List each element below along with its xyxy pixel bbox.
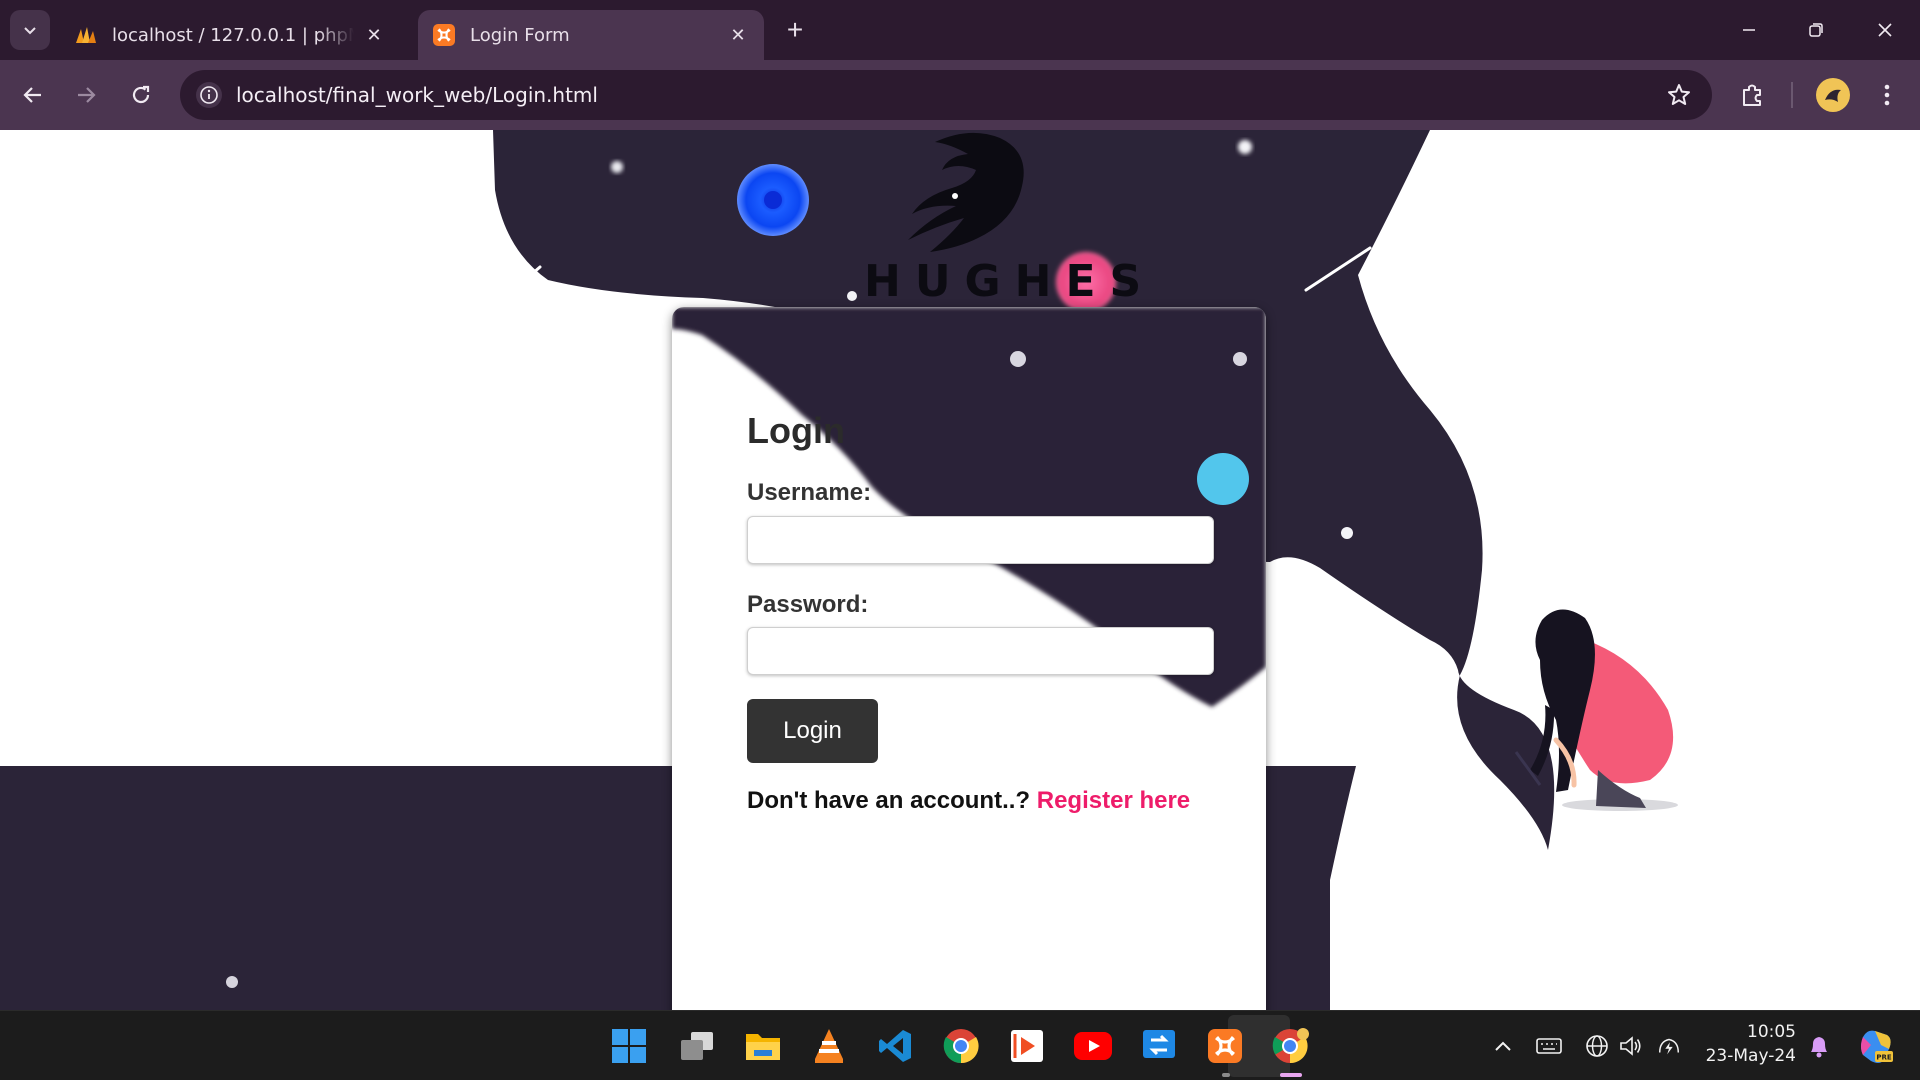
notification-bell-icon[interactable] (1806, 1033, 1832, 1059)
close-icon[interactable]: ✕ (726, 25, 750, 46)
form-title: Login (747, 410, 845, 451)
menu-button[interactable] (1868, 76, 1906, 114)
svg-text:PRE: PRE (1876, 1054, 1892, 1062)
forward-arrow-icon (78, 87, 96, 103)
network-globe-icon[interactable] (1584, 1033, 1610, 1059)
register-prompt-row: Don't have an account..? Register here (747, 787, 1190, 815)
vlc-icon[interactable] (807, 1024, 851, 1068)
username-input[interactable] (747, 516, 1214, 564)
xampp-icon (433, 24, 455, 46)
register-prompt: Don't have an account..? (747, 787, 1031, 814)
more-vertical-icon (1884, 84, 1890, 106)
tab-login-form[interactable]: Login Form ✕ (418, 10, 764, 60)
page-viewport: HUGHES Login Username: Password: Login D… (0, 130, 1920, 1010)
task-view-icon[interactable] (675, 1024, 719, 1068)
remote-desktop-icon[interactable] (1137, 1024, 1181, 1068)
toolbar-divider (1791, 82, 1793, 108)
profile-avatar-icon (1817, 79, 1849, 111)
phpmyadmin-icon (76, 27, 96, 43)
puzzle-icon (1743, 84, 1761, 106)
file-explorer-icon[interactable] (741, 1024, 785, 1068)
browser-toolbar: localhost/final_work_web/Login.html (0, 60, 1920, 130)
chrome-profile-icon[interactable] (1269, 1024, 1313, 1068)
minimize-icon (1743, 29, 1755, 31)
site-info-icon[interactable] (196, 82, 222, 108)
close-icon[interactable]: ✕ (362, 25, 386, 46)
address-bar[interactable]: localhost/final_work_web/Login.html (180, 70, 1712, 120)
new-tab-button[interactable]: + (780, 16, 810, 46)
clock-date[interactable]: 23-May-24 (1696, 1046, 1796, 1066)
tab-title: Login Form (470, 24, 570, 46)
windows-taskbar: 10:05 23-May-24 PRE (0, 1010, 1920, 1080)
password-input[interactable] (747, 627, 1214, 675)
restore-button[interactable] (1793, 12, 1839, 48)
forward-button[interactable] (67, 76, 105, 114)
register-link[interactable]: Register here (1037, 787, 1190, 814)
battery-charging-icon[interactable] (1656, 1033, 1682, 1059)
bookmark-star-icon[interactable] (1666, 82, 1692, 113)
media-player-icon[interactable] (1005, 1024, 1049, 1068)
tab-search-button[interactable] (10, 10, 50, 50)
close-window-button[interactable] (1862, 12, 1908, 48)
clock-time[interactable]: 10:05 (1696, 1022, 1796, 1042)
xampp-icon[interactable] (1203, 1024, 1247, 1068)
browser-tab-bar: localhost / 127.0.0.1 | phpMyAd ✕ Login … (0, 0, 1920, 60)
extensions-button[interactable] (1733, 76, 1771, 114)
chrome-icon[interactable] (939, 1024, 983, 1068)
back-arrow-icon (23, 87, 41, 103)
logo-text: HUGHES (864, 256, 1156, 307)
tab-title: localhost / 127.0.0.1 | phpMyAd (112, 24, 354, 46)
restore-icon (1809, 23, 1823, 37)
windows-start-icon[interactable] (607, 1024, 651, 1068)
close-icon (1878, 23, 1892, 37)
back-button[interactable] (14, 76, 52, 114)
chevron-up-icon[interactable] (1490, 1033, 1516, 1059)
login-button[interactable]: Login (747, 699, 878, 763)
minimize-button[interactable] (1726, 12, 1772, 48)
avatar[interactable] (1816, 78, 1850, 112)
active-indicator (1280, 1073, 1302, 1077)
reload-icon (132, 85, 150, 104)
keyboard-icon[interactable] (1536, 1033, 1562, 1059)
chevron-down-icon (24, 27, 36, 35)
running-indicator (1222, 1073, 1230, 1077)
password-label: Password: (747, 591, 869, 618)
copilot-icon[interactable]: PRE (1856, 1026, 1896, 1066)
reload-button[interactable] (122, 76, 160, 114)
youtube-icon[interactable] (1071, 1024, 1115, 1068)
url-text[interactable]: localhost/final_work_web/Login.html (236, 83, 598, 107)
volume-icon[interactable] (1618, 1033, 1644, 1059)
username-label: Username: (747, 479, 872, 506)
vscode-icon[interactable] (873, 1024, 917, 1068)
tab-phpmyadmin[interactable]: localhost / 127.0.0.1 | phpMyAd ✕ (60, 10, 400, 60)
